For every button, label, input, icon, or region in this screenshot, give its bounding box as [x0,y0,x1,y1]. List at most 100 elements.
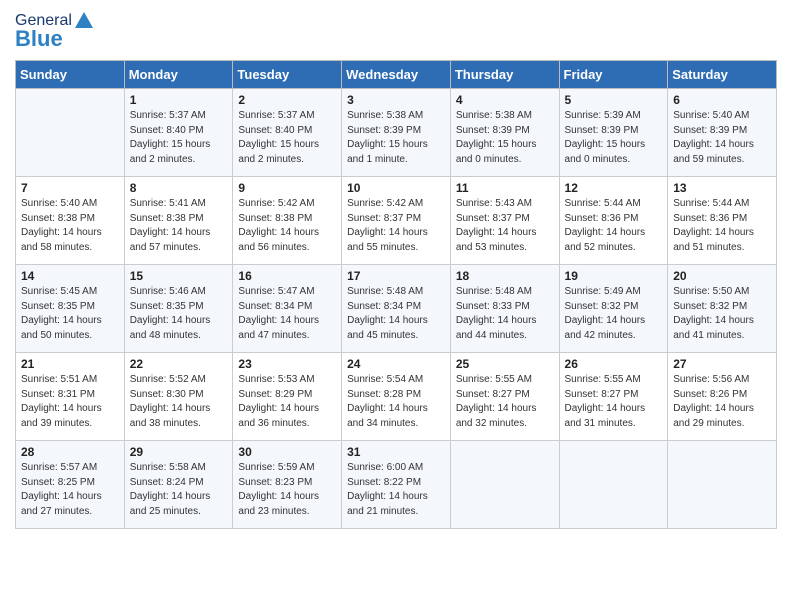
day-number: 28 [21,445,119,459]
calendar-cell [16,89,125,177]
calendar-cell: 14Sunrise: 5:45 AM Sunset: 8:35 PM Dayli… [16,265,125,353]
calendar-table: SundayMondayTuesdayWednesdayThursdayFrid… [15,60,777,529]
calendar-cell: 3 Sunrise: 5:38 AM Sunset: 8:39 PM Daylig… [342,89,451,177]
calendar-cell [559,441,668,529]
day-number: 2 [238,93,336,107]
day-number: 25 [456,357,554,371]
calendar-cell: 16Sunrise: 5:47 AM Sunset: 8:34 PM Dayli… [233,265,342,353]
calendar-cell [668,441,777,529]
day-content: Sunrise: 5:49 AM Sunset: 8:32 PM Dayligh… [565,285,663,343]
weekday-thursday: Thursday [450,61,559,89]
day-number: 7 [21,181,119,195]
day-content: Sunrise: 5:59 AM Sunset: 8:23 PM Dayligh… [238,461,336,519]
calendar-cell: 2Sunrise: 5:37 AM Sunset: 8:40 PM Daylig… [233,89,342,177]
calendar-cell [450,441,559,529]
day-number: 14 [21,269,119,283]
day-content: Sunrise: 5:56 AM Sunset: 8:26 PM Dayligh… [673,373,771,431]
weekday-sunday: Sunday [16,61,125,89]
week-row-4: 21Sunrise: 5:51 AM Sunset: 8:31 PM Dayli… [16,353,777,441]
weekday-saturday: Saturday [668,61,777,89]
day-content: Sunrise: 5:55 AM Sunset: 8:27 PM Dayligh… [565,373,663,431]
logo-blue-text: Blue [15,26,63,52]
day-number: 21 [21,357,119,371]
calendar-cell: 29 Sunrise: 5:58 AM Sunset: 8:24 PM Dayli… [124,441,233,529]
day-number: 4 [456,93,554,107]
logo-icon [73,10,95,32]
calendar-cell: 12 Sunrise: 5:44 AM Sunset: 8:36 PM Dayli… [559,177,668,265]
day-content: Sunrise: 5:38 AM Sunset: 8:39 PM Dayligh… [456,109,554,167]
calendar-cell: 27 Sunrise: 5:56 AM Sunset: 8:26 PM Dayli… [668,353,777,441]
day-number: 29 [130,445,228,459]
weekday-monday: Monday [124,61,233,89]
logo: General Blue [15,10,96,52]
day-content: Sunrise: 5:40 AM Sunset: 8:39 PM Dayligh… [673,109,771,167]
day-number: 10 [347,181,445,195]
day-content: Sunrise: 5:50 AM Sunset: 8:32 PM Dayligh… [673,285,771,343]
calendar-cell: 25 Sunrise: 5:55 AM Sunset: 8:27 PM Dayli… [450,353,559,441]
day-content: Sunrise: 5:40 AM Sunset: 8:38 PM Dayligh… [21,197,119,255]
day-content: Sunrise: 5:44 AM Sunset: 8:36 PM Dayligh… [565,197,663,255]
day-number: 8 [130,181,228,195]
calendar-cell: 8 Sunrise: 5:41 AM Sunset: 8:38 PM Daylig… [124,177,233,265]
day-content: Sunrise: 6:00 AM Sunset: 8:22 PM Dayligh… [347,461,445,519]
calendar-cell: 9 Sunrise: 5:42 AM Sunset: 8:38 PM Daylig… [233,177,342,265]
day-content: Sunrise: 5:43 AM Sunset: 8:37 PM Dayligh… [456,197,554,255]
calendar-cell: 13 Sunrise: 5:44 AM Sunset: 8:36 PM Dayli… [668,177,777,265]
day-content: Sunrise: 5:37 AM Sunset: 8:40 PM Dayligh… [130,109,228,167]
day-number: 27 [673,357,771,371]
day-content: Sunrise: 5:52 AM Sunset: 8:30 PM Dayligh… [130,373,228,431]
day-number: 24 [347,357,445,371]
day-number: 17 [347,269,445,283]
week-row-5: 28 Sunrise: 5:57 AM Sunset: 8:25 PM Dayli… [16,441,777,529]
calendar-cell: 7 Sunrise: 5:40 AM Sunset: 8:38 PM Daylig… [16,177,125,265]
day-content: Sunrise: 5:41 AM Sunset: 8:38 PM Dayligh… [130,197,228,255]
calendar-cell: 10 Sunrise: 5:42 AM Sunset: 8:37 PM Dayli… [342,177,451,265]
day-number: 12 [565,181,663,195]
calendar-cell: 18Sunrise: 5:48 AM Sunset: 8:33 PM Dayli… [450,265,559,353]
day-content: Sunrise: 5:42 AM Sunset: 8:37 PM Dayligh… [347,197,445,255]
calendar-cell: 31 Sunrise: 6:00 AM Sunset: 8:22 PM Dayli… [342,441,451,529]
day-number: 23 [238,357,336,371]
day-number: 31 [347,445,445,459]
day-number: 26 [565,357,663,371]
calendar-cell: 15 Sunrise: 5:46 AM Sunset: 8:35 PM Dayli… [124,265,233,353]
day-number: 22 [130,357,228,371]
day-content: Sunrise: 5:47 AM Sunset: 8:34 PM Dayligh… [238,285,336,343]
day-number: 9 [238,181,336,195]
week-row-3: 14Sunrise: 5:45 AM Sunset: 8:35 PM Dayli… [16,265,777,353]
calendar-cell: 23 Sunrise: 5:53 AM Sunset: 8:29 PM Dayli… [233,353,342,441]
week-row-2: 7 Sunrise: 5:40 AM Sunset: 8:38 PM Daylig… [16,177,777,265]
day-number: 5 [565,93,663,107]
calendar-cell: 5 Sunrise: 5:39 AM Sunset: 8:39 PM Daylig… [559,89,668,177]
calendar-cell: 24Sunrise: 5:54 AM Sunset: 8:28 PM Dayli… [342,353,451,441]
day-content: Sunrise: 5:55 AM Sunset: 8:27 PM Dayligh… [456,373,554,431]
day-number: 6 [673,93,771,107]
day-content: Sunrise: 5:53 AM Sunset: 8:29 PM Dayligh… [238,373,336,431]
weekday-friday: Friday [559,61,668,89]
day-content: Sunrise: 5:38 AM Sunset: 8:39 PM Dayligh… [347,109,445,167]
day-number: 15 [130,269,228,283]
day-content: Sunrise: 5:44 AM Sunset: 8:36 PM Dayligh… [673,197,771,255]
page-header: General Blue [15,10,777,52]
day-number: 19 [565,269,663,283]
day-number: 3 [347,93,445,107]
weekday-wednesday: Wednesday [342,61,451,89]
calendar-cell: 30Sunrise: 5:59 AM Sunset: 8:23 PM Dayli… [233,441,342,529]
day-content: Sunrise: 5:46 AM Sunset: 8:35 PM Dayligh… [130,285,228,343]
day-number: 1 [130,93,228,107]
day-content: Sunrise: 5:39 AM Sunset: 8:39 PM Dayligh… [565,109,663,167]
calendar-cell: 19 Sunrise: 5:49 AM Sunset: 8:32 PM Dayli… [559,265,668,353]
calendar-cell: 17 Sunrise: 5:48 AM Sunset: 8:34 PM Dayli… [342,265,451,353]
calendar-cell: 22 Sunrise: 5:52 AM Sunset: 8:30 PM Dayli… [124,353,233,441]
day-number: 18 [456,269,554,283]
day-content: Sunrise: 5:48 AM Sunset: 8:34 PM Dayligh… [347,285,445,343]
calendar-cell: 11Sunrise: 5:43 AM Sunset: 8:37 PM Dayli… [450,177,559,265]
day-content: Sunrise: 5:42 AM Sunset: 8:38 PM Dayligh… [238,197,336,255]
day-content: Sunrise: 5:58 AM Sunset: 8:24 PM Dayligh… [130,461,228,519]
weekday-tuesday: Tuesday [233,61,342,89]
calendar-cell: 28 Sunrise: 5:57 AM Sunset: 8:25 PM Dayli… [16,441,125,529]
calendar-cell: 4 Sunrise: 5:38 AM Sunset: 8:39 PM Daylig… [450,89,559,177]
day-content: Sunrise: 5:57 AM Sunset: 8:25 PM Dayligh… [21,461,119,519]
day-number: 13 [673,181,771,195]
calendar-cell: 26 Sunrise: 5:55 AM Sunset: 8:27 PM Dayli… [559,353,668,441]
